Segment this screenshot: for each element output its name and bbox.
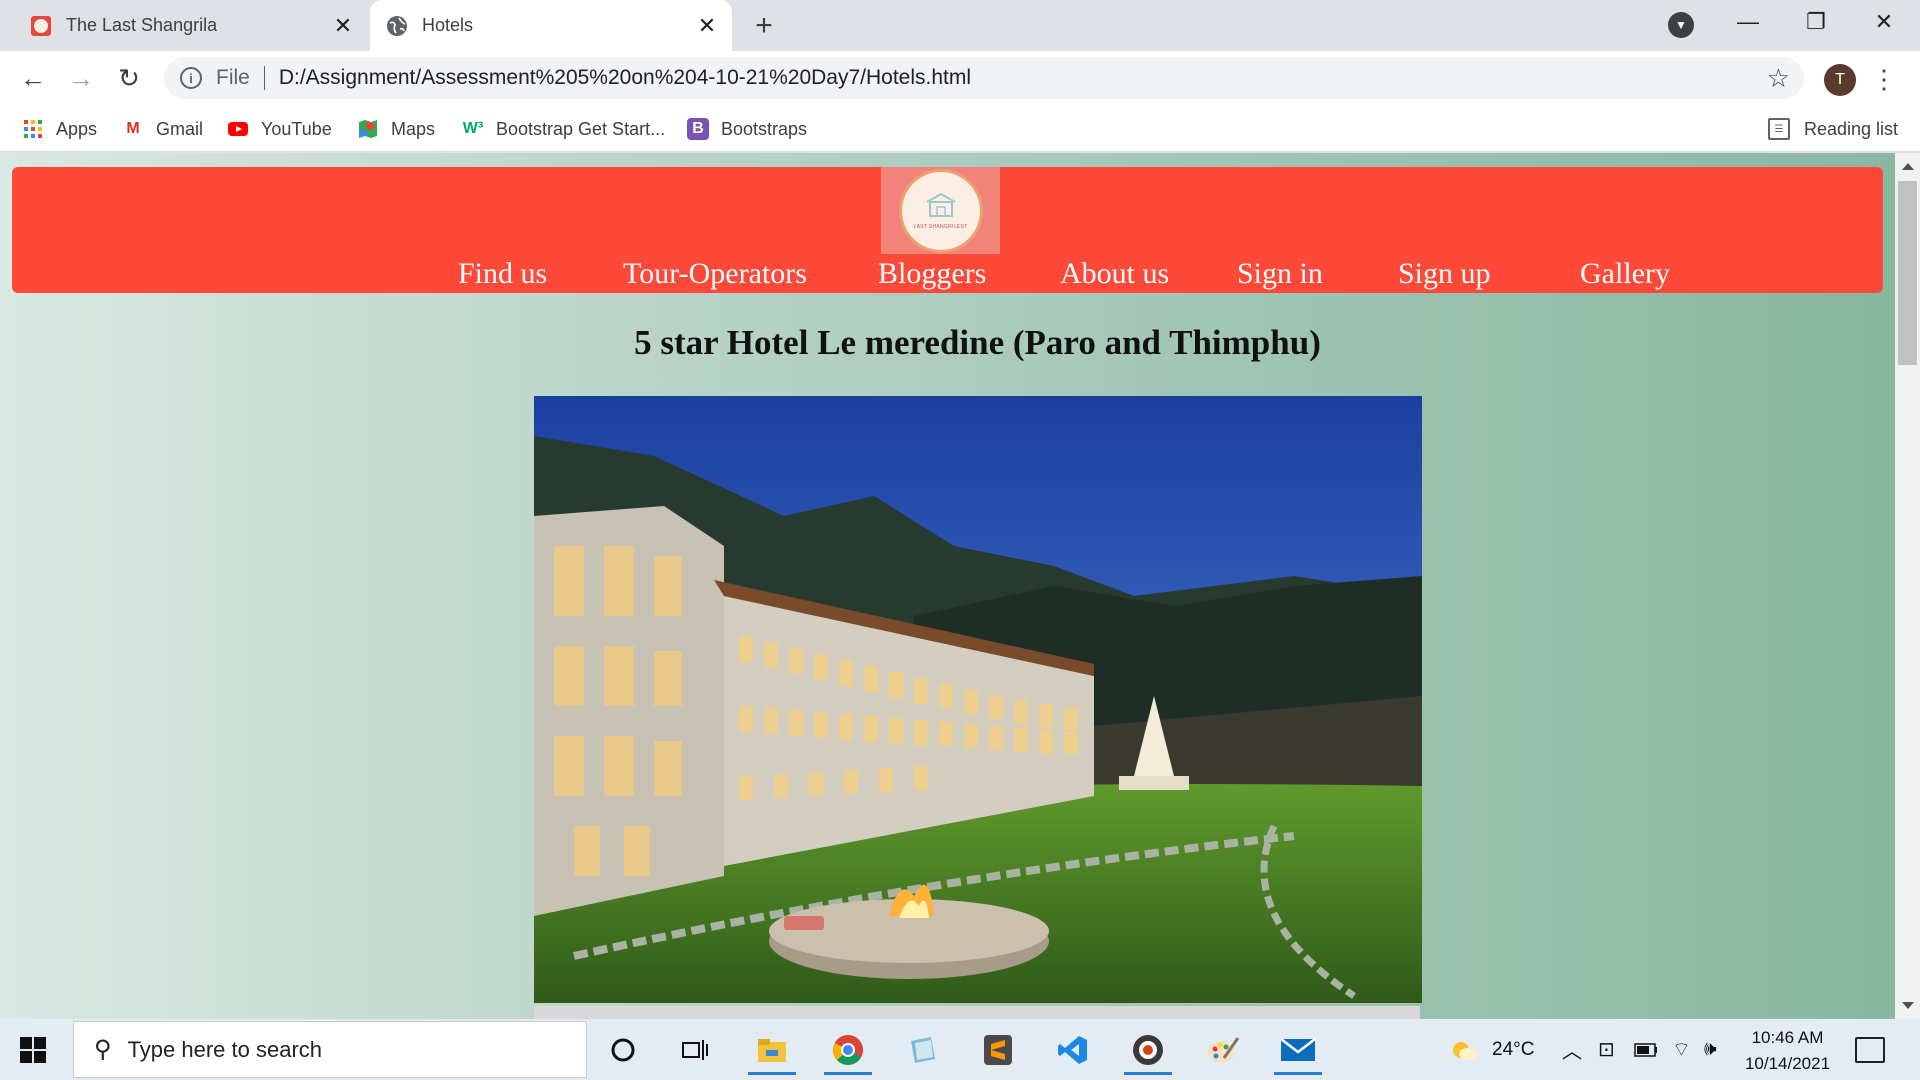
info-icon[interactable]: i	[180, 67, 202, 89]
gmail-icon: M	[126, 120, 140, 137]
reading-list-icon: ☰	[1768, 118, 1790, 140]
taskbar-search-placeholder: Type here to search	[127, 1036, 323, 1062]
chrome-icon[interactable]	[818, 1024, 878, 1075]
next-image-edge	[534, 1006, 1420, 1019]
close-tab-icon[interactable]: ✕	[692, 11, 722, 41]
tab-hotels[interactable]: Hotels ✕	[370, 0, 732, 51]
scroll-thumb[interactable]	[1898, 181, 1917, 365]
bookmark-bootstraps[interactable]: B Bootstraps	[687, 114, 807, 144]
tab-search-icon[interactable]: ▼	[1668, 12, 1694, 38]
wifi-icon[interactable]: ⌔	[1672, 1019, 1691, 1080]
site-header: LAST SHANGRILEST Find us Tour-Operators …	[12, 167, 1883, 293]
hotel-photo	[534, 396, 1422, 1003]
clock-time: 10:46 AM	[1751, 1028, 1824, 1047]
paint-icon[interactable]	[1193, 1024, 1253, 1075]
weather-temperature: 24°C	[1492, 1038, 1535, 1060]
close-tab-icon[interactable]: ✕	[328, 11, 358, 41]
bootstrap-icon: B	[687, 118, 709, 140]
cortana-icon[interactable]	[593, 1024, 653, 1075]
page-viewport: LAST SHANGRILEST Find us Tour-Operators …	[0, 153, 1895, 1019]
youtube-icon	[228, 122, 248, 136]
nav-bloggers[interactable]: Bloggers	[878, 257, 986, 291]
bookmark-youtube[interactable]: YouTube	[227, 114, 332, 144]
apps-grid-icon	[24, 120, 42, 138]
bookmark-maps[interactable]: Maps	[357, 114, 435, 144]
notification-center-icon[interactable]	[1855, 1037, 1885, 1063]
minimize-icon[interactable]: —	[1720, 0, 1776, 44]
sublime-text-icon[interactable]	[968, 1024, 1028, 1075]
reading-list-label: Reading list	[1804, 118, 1899, 139]
bookmark-label: Bootstrap Get Start...	[496, 118, 666, 139]
bookmark-label: YouTube	[261, 118, 332, 139]
weather-widget[interactable]: 24°C	[1448, 1019, 1534, 1080]
shangrila-favicon-icon	[31, 15, 51, 36]
clock-date: 10/14/2021	[1744, 1054, 1831, 1073]
meet-now-icon[interactable]: ⊡	[1598, 1019, 1615, 1080]
task-view-icon[interactable]	[665, 1024, 725, 1075]
nav-find-us[interactable]: Find us	[458, 257, 547, 291]
nav-gallery[interactable]: Gallery	[1580, 257, 1670, 291]
profile-avatar[interactable]: T	[1824, 64, 1856, 96]
url-text[interactable]: D:/Assignment/Assessment%205%20on%204-10…	[279, 66, 1767, 90]
more-menu-icon[interactable]: ⋮	[1871, 63, 1897, 95]
tab-the-last-shangrila[interactable]: The Last Shangrila ✕	[14, 0, 368, 51]
bookmark-label: Apps	[56, 118, 98, 139]
taskbar-search-box[interactable]: ⚲ Type here to search	[73, 1021, 587, 1078]
show-hidden-icons-icon[interactable]: ︿	[1562, 1019, 1582, 1080]
new-tab-button[interactable]: +	[748, 9, 780, 42]
bookmark-label: Bootstraps	[721, 118, 808, 139]
windows-start-icon[interactable]	[20, 1037, 46, 1063]
nav-about-us[interactable]: About us	[1060, 257, 1169, 291]
hotel-photo-illustration	[534, 396, 1422, 1003]
restore-icon[interactable]: ❐	[1788, 0, 1844, 44]
url-divider	[263, 66, 265, 90]
tab-title: Hotels	[422, 15, 474, 35]
weather-sun-icon	[1453, 1041, 1477, 1060]
address-bar[interactable]: i File D:/Assignment/Assessment%205%20on…	[164, 57, 1804, 99]
bookmark-apps[interactable]: Apps	[22, 114, 97, 144]
volume-icon[interactable]: 🕪	[1704, 1019, 1717, 1080]
url-scheme: File	[216, 66, 250, 89]
logo-emblem: LAST SHANGRILEST	[898, 168, 983, 253]
scroll-down-arrow-icon[interactable]	[1902, 1002, 1914, 1009]
tab-title: The Last Shangrila	[66, 15, 218, 35]
browser-toolbar: ← → ↻ i File D:/Assignment/Assessment%20…	[0, 51, 1920, 106]
nav-sign-in[interactable]: Sign in	[1237, 257, 1323, 291]
globe-icon	[387, 15, 407, 36]
back-icon[interactable]: ←	[14, 59, 52, 97]
system-clock[interactable]: 10:46 AM 10/14/2021	[1730, 1025, 1845, 1077]
nav-tour-operators[interactable]: Tour-Operators	[623, 257, 807, 291]
reading-list-button[interactable]: ☰ Reading list	[1768, 114, 1898, 144]
bookmark-label: Maps	[391, 118, 436, 139]
vscode-icon[interactable]	[1043, 1024, 1103, 1075]
bookmark-label: Gmail	[156, 118, 204, 139]
vertical-scrollbar[interactable]	[1895, 153, 1920, 1019]
shrine-icon	[926, 192, 955, 217]
scroll-up-arrow-icon[interactable]	[1902, 163, 1914, 170]
tab-strip: The Last Shangrila ✕ Hotels ✕ + ▼ — ❐ ✕	[0, 0, 1920, 51]
windows-taskbar: ⚲ Type here to search 24°C ︿ ⊡ ⌔ 🕪 10:46…	[0, 1019, 1920, 1080]
bookmark-bootstrap-get-started[interactable]: W³ Bootstrap Get Start...	[462, 114, 665, 144]
bookmarks-bar: Apps M Gmail YouTube Maps W³ Bootstrap G…	[0, 106, 1920, 152]
w3schools-icon: W³	[462, 120, 484, 137]
logo-text: LAST SHANGRILEST	[913, 223, 968, 230]
bookmark-star-icon[interactable]: ☆	[1767, 63, 1790, 94]
maps-icon	[359, 120, 377, 138]
hotel-title: 5 star Hotel Le meredine (Paro and Thimp…	[634, 323, 1321, 362]
media-player-icon[interactable]	[1118, 1024, 1178, 1075]
notepad-icon[interactable]	[893, 1024, 953, 1075]
forward-icon[interactable]: →	[62, 59, 100, 97]
file-explorer-icon[interactable]	[742, 1024, 802, 1075]
bookmark-gmail[interactable]: M Gmail	[122, 114, 203, 144]
search-icon: ⚲	[94, 1036, 112, 1063]
reload-icon[interactable]: ↻	[110, 59, 148, 97]
site-logo[interactable]: LAST SHANGRILEST	[881, 167, 1000, 254]
nav-sign-up[interactable]: Sign up	[1398, 257, 1491, 291]
battery-icon[interactable]	[1634, 1019, 1658, 1080]
close-window-icon[interactable]: ✕	[1856, 0, 1912, 44]
mail-icon[interactable]	[1268, 1024, 1328, 1075]
